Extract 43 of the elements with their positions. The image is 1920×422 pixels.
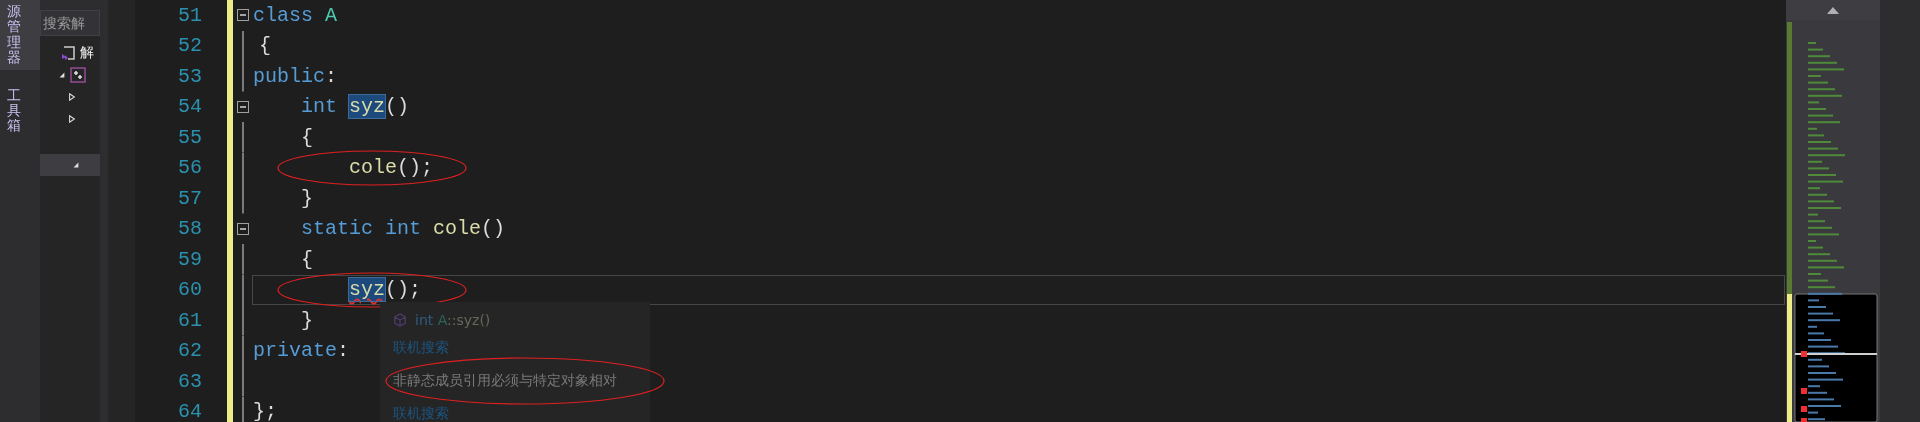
line-number: 58 — [177, 217, 203, 241]
search-field[interactable]: 搜索解 — [40, 10, 100, 36]
code-text: int syz() — [301, 95, 410, 119]
code-text: class A — [253, 3, 338, 27]
code-text: public: — [253, 64, 338, 88]
line-number: 62 — [177, 339, 203, 363]
line-number: 52 — [177, 34, 203, 58]
code-text: { — [301, 247, 313, 271]
error-message: 非静态成员引用必须与特定对象相对 — [393, 372, 617, 390]
project-icon — [70, 67, 86, 83]
line-number: 51 — [177, 3, 203, 27]
expand-icon[interactable] — [68, 115, 76, 123]
code-text: }; — [253, 400, 277, 422]
code-text: syz(); — [349, 278, 422, 302]
line-number: 55 — [177, 125, 203, 149]
signature-text: int A::syz() — [415, 312, 491, 328]
line-number: 61 — [177, 308, 203, 332]
line-number: 63 — [177, 369, 203, 393]
side-tab[interactable]: 源管理器 — [0, 0, 40, 70]
expand-icon[interactable] — [68, 93, 76, 101]
cube-icon — [393, 313, 407, 327]
line-number: 59 — [177, 247, 203, 271]
code-text: static int cole() — [301, 217, 506, 241]
line-number: 57 — [177, 186, 203, 210]
tree-item[interactable]: 解 — [80, 44, 94, 62]
code-text: { — [259, 34, 271, 58]
collapse-icon[interactable] — [72, 161, 80, 169]
code-text: cole(); — [349, 156, 434, 180]
collapse-icon[interactable] — [58, 71, 66, 79]
collapse-icon[interactable] — [236, 100, 249, 113]
code-text: } — [301, 308, 313, 332]
line-number: 53 — [177, 64, 203, 88]
line-number: 56 — [177, 156, 203, 180]
line-number: 60 — [177, 278, 203, 302]
line-number: 64 — [177, 400, 203, 422]
collapse-icon[interactable] — [236, 222, 249, 235]
solution-icon — [60, 45, 76, 61]
line-number: 54 — [177, 95, 203, 119]
code-text: private: — [253, 339, 350, 363]
scroll-up-icon[interactable] — [1827, 6, 1839, 14]
code-text: } — [301, 186, 313, 210]
collapse-icon[interactable] — [236, 9, 249, 22]
code-text: { — [301, 125, 313, 149]
